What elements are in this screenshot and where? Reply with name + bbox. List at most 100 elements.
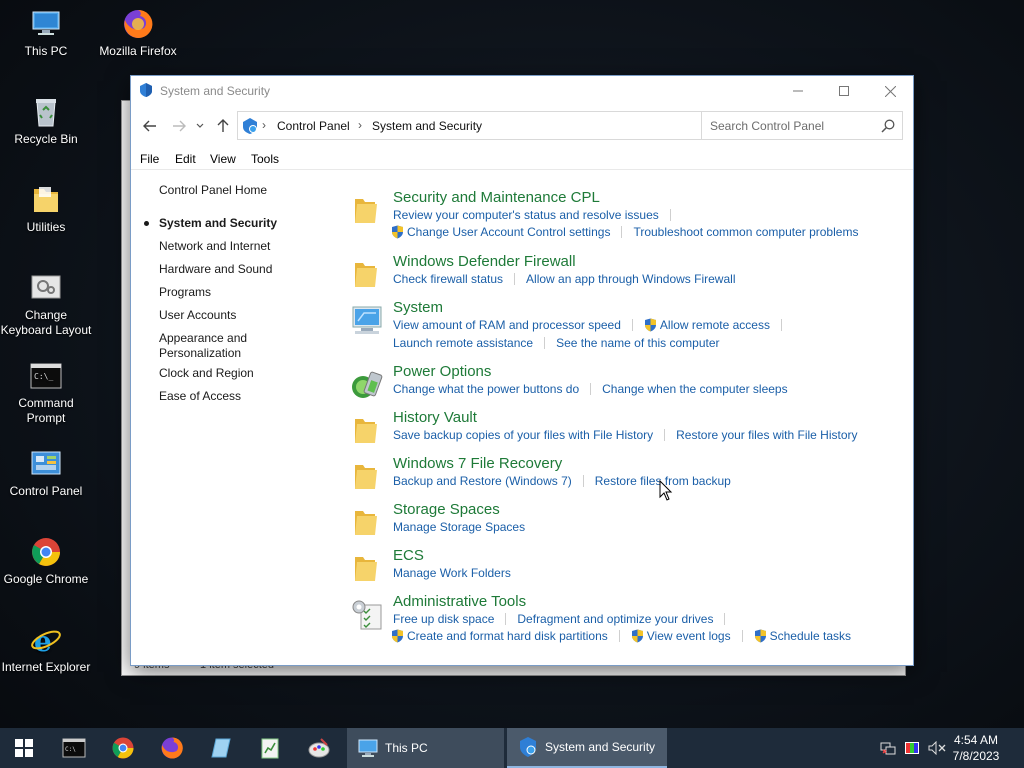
folder-icon [349, 193, 385, 229]
category-title[interactable]: Windows Defender Firewall [393, 253, 576, 270]
start-button[interactable] [0, 728, 48, 768]
sidebar-item-appearance-and-personalization[interactable]: Appearance and Personalization [159, 331, 269, 361]
taskbar-chrome[interactable] [99, 728, 147, 768]
notepad-icon [211, 738, 231, 758]
taskbar-task-system-and-security[interactable]: System and Security [507, 728, 667, 768]
desktop-icon-google-chrome[interactable]: Google Chrome [0, 536, 92, 587]
sidebar-control-panel-home[interactable]: Control Panel Home [159, 183, 334, 198]
desktop-icon-label: Utilities [26, 220, 66, 234]
category-title[interactable]: ECS [393, 547, 424, 564]
command-prompt-icon: C:\ [62, 738, 86, 758]
link-separator [590, 383, 592, 395]
link-save-backup-copies[interactable]: Save backup copies of your files with Fi… [393, 428, 653, 442]
link-see-computer-name[interactable]: See the name of this computer [556, 336, 719, 350]
back-button[interactable] [140, 117, 160, 135]
link-separator [618, 630, 620, 642]
category-title[interactable]: History Vault [393, 409, 477, 426]
desktop-icon-internet-explorer[interactable]: e Internet Explorer [0, 624, 92, 675]
link-review-status[interactable]: Review your computer's status and resolv… [393, 208, 659, 222]
uac-shield-icon [754, 629, 766, 643]
link-change-uac-settings[interactable]: Change User Account Control settings [407, 225, 610, 239]
link-troubleshoot-problems[interactable]: Troubleshoot common computer problems [633, 225, 858, 239]
category-links-row: Create and format hard disk partitions V… [391, 629, 851, 643]
close-button[interactable] [867, 76, 913, 106]
up-button[interactable] [213, 117, 233, 135]
link-restore-files-history[interactable]: Restore your files with File History [676, 428, 857, 442]
forward-button[interactable] [169, 117, 189, 135]
sidebar-item-network-and-internet[interactable]: Network and Internet [159, 239, 334, 254]
link-free-up-disk-space[interactable]: Free up disk space [393, 612, 494, 626]
recent-locations-button[interactable] [193, 117, 207, 135]
breadcrumb-control-panel[interactable]: Control Panel [277, 119, 350, 133]
folder-icon [349, 505, 385, 541]
sidebar-item-clock-and-region[interactable]: Clock and Region [159, 366, 334, 381]
tray-display-icon[interactable] [902, 728, 922, 768]
taskbar-command-prompt[interactable]: C:\ [50, 728, 98, 768]
desktop-icon-control-panel[interactable]: Control Panel [0, 448, 92, 499]
category-title[interactable]: Windows 7 File Recovery [393, 455, 562, 472]
minimize-button[interactable] [775, 76, 821, 106]
category-windows-7-file-recovery: Windows 7 File Recovery Backup and Resto… [346, 455, 906, 495]
desktop-icon-utilities[interactable]: Utilities [0, 184, 92, 235]
category-storage-spaces: Storage Spaces Manage Storage Spaces [346, 501, 906, 541]
link-create-format-partitions[interactable]: Create and format hard disk partitions [407, 629, 608, 643]
title-bar[interactable]: System and Security [131, 76, 913, 106]
clock-date: 7/8/2023 [952, 749, 1000, 763]
menu-file[interactable]: File [140, 152, 159, 166]
search-input[interactable] [703, 113, 873, 138]
link-check-firewall-status[interactable]: Check firewall status [393, 272, 503, 286]
category-title[interactable]: Administrative Tools [393, 593, 526, 610]
desktop-icon-label: Recycle Bin [14, 132, 78, 146]
desktop-icon-firefox[interactable]: Mozilla Firefox [92, 8, 184, 59]
link-allow-remote-access[interactable]: Allow remote access [660, 318, 770, 332]
maximize-button[interactable] [821, 76, 867, 106]
category-title[interactable]: Power Options [393, 363, 491, 380]
sidebar-item-programs[interactable]: Programs [159, 285, 334, 300]
search-box[interactable] [701, 111, 903, 140]
link-manage-storage-spaces[interactable]: Manage Storage Spaces [393, 520, 525, 534]
link-manage-work-folders[interactable]: Manage Work Folders [393, 566, 511, 580]
taskbar-notepad[interactable] [197, 728, 245, 768]
this-pc-icon [30, 8, 62, 40]
link-allow-app-through-firewall[interactable]: Allow an app through Windows Firewall [526, 272, 735, 286]
link-launch-remote-assistance[interactable]: Launch remote assistance [393, 336, 533, 350]
taskbar-task-this-pc[interactable]: This PC [347, 728, 504, 768]
desktop-icon-recycle-bin[interactable]: Recycle Bin [0, 96, 92, 147]
menu-view[interactable]: View [210, 152, 236, 166]
breadcrumb-system-and-security[interactable]: System and Security [372, 119, 482, 133]
category-title[interactable]: Security and Maintenance CPL [393, 189, 600, 206]
tray-network-icon[interactable] [878, 728, 898, 768]
desktop-icon-change-keyboard-layout[interactable]: Change Keyboard Layout [0, 272, 92, 338]
search-icon[interactable] [881, 119, 895, 133]
link-separator [724, 613, 726, 625]
category-title[interactable]: Storage Spaces [393, 501, 500, 518]
svg-text:C:\_: C:\_ [34, 372, 53, 381]
link-separator [780, 319, 782, 331]
link-defragment-drives[interactable]: Defragment and optimize your drives [517, 612, 713, 626]
link-schedule-tasks[interactable]: Schedule tasks [770, 629, 851, 643]
tray-volume-icon[interactable] [926, 728, 948, 768]
menu-edit[interactable]: Edit [175, 152, 196, 166]
category-links-row: Review your computer's status and resolv… [393, 208, 682, 222]
category-ecs: ECS Manage Work Folders [346, 547, 906, 587]
taskbar-clock[interactable]: 4:54 AM 7/8/2023 [946, 732, 1006, 764]
link-change-power-buttons[interactable]: Change what the power buttons do [393, 382, 579, 396]
category-power-options: Power Options Change what the power butt… [346, 363, 906, 403]
category-title[interactable]: System [393, 299, 443, 316]
desktop-icon-command-prompt[interactable]: C:\_ Command Prompt [0, 360, 92, 426]
sidebar-item-hardware-and-sound[interactable]: Hardware and Sound [159, 262, 334, 277]
link-view-ram-processor[interactable]: View amount of RAM and processor speed [393, 318, 621, 332]
folder-icon [349, 257, 385, 293]
taskbar-firefox[interactable] [148, 728, 196, 768]
taskbar-paint[interactable] [295, 728, 343, 768]
sidebar-item-user-accounts[interactable]: User Accounts [159, 308, 334, 323]
link-backup-and-restore[interactable]: Backup and Restore (Windows 7) [393, 474, 572, 488]
taskbar-spreadsheet[interactable] [246, 728, 294, 768]
link-change-sleep[interactable]: Change when the computer sleeps [602, 382, 787, 396]
folder-icon [349, 413, 385, 449]
sidebar-item-ease-of-access[interactable]: Ease of Access [159, 389, 334, 404]
menu-tools[interactable]: Tools [251, 152, 279, 166]
sidebar-item-system-and-security[interactable]: System and Security [159, 216, 334, 231]
link-view-event-logs[interactable]: View event logs [647, 629, 731, 643]
desktop-icon-this-pc[interactable]: This PC [0, 8, 92, 59]
